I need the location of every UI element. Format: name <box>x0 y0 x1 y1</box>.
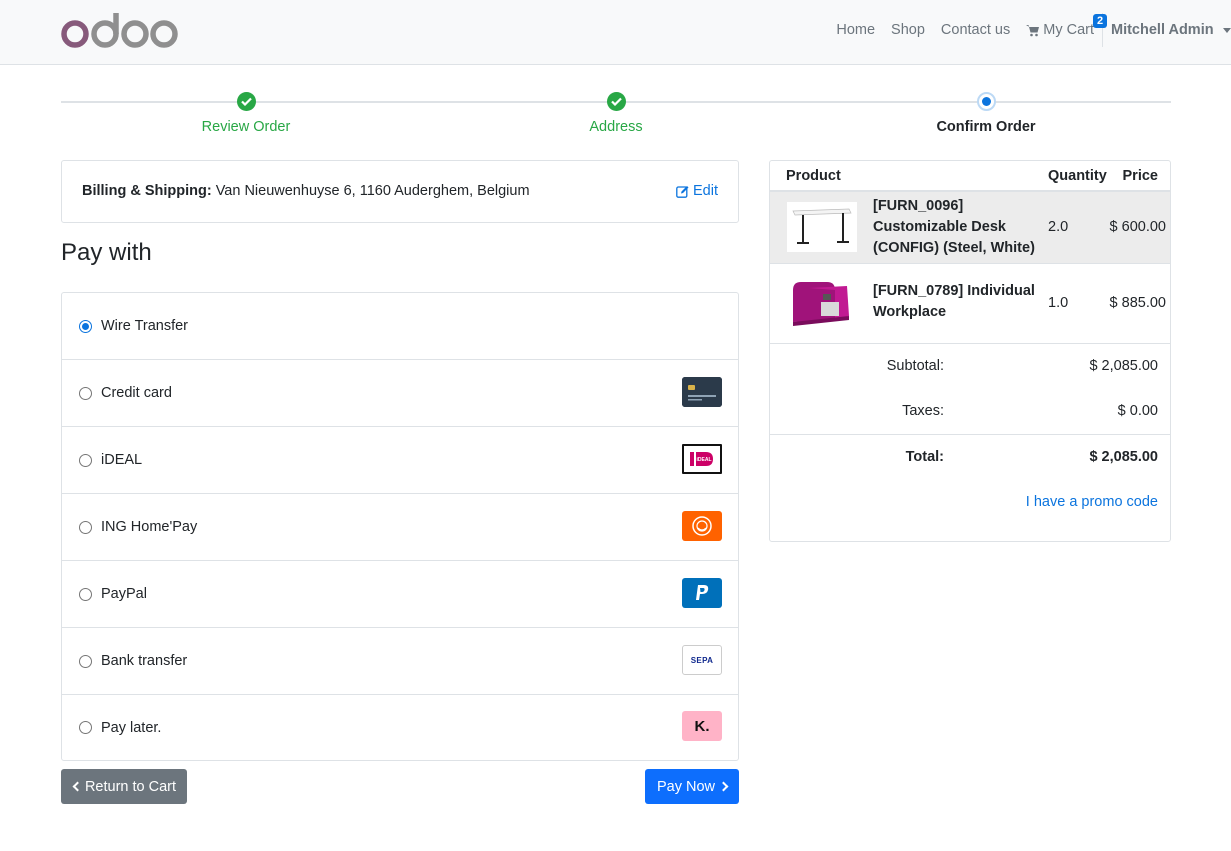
step-confirm-order: Confirm Order <box>886 92 1086 135</box>
method-label: Bank transfer <box>101 653 188 669</box>
order-summary: Product Quantity Price [FURN_0096] Custo… <box>769 160 1171 542</box>
top-navbar: Home Shop Contact us My Cart 2 Mitchell … <box>0 0 1231 65</box>
chevron-right-icon <box>718 781 729 792</box>
nav-home[interactable]: Home <box>828 22 883 38</box>
payment-method-ing-homepay[interactable]: ING Home'Pay <box>62 494 738 561</box>
paypal-logo-icon <box>682 578 722 608</box>
summary-header: Product Quantity Price <box>770 161 1170 192</box>
subtotal-label: Subtotal: <box>886 358 944 374</box>
pay-now-button[interactable]: Pay Now <box>645 769 739 804</box>
order-line: [FURN_0096] Customizable Desk (CONFIG) (… <box>770 192 1170 264</box>
billing-address-value: Van Nieuwenhuyse 6, 1160 Auderghem, Belg… <box>215 183 530 199</box>
check-circle-icon <box>606 92 626 111</box>
odoo-logo[interactable] <box>61 11 179 51</box>
payment-method-pay-later[interactable]: Pay later. K. <box>62 694 738 761</box>
col-quantity: Quantity <box>1048 168 1107 184</box>
nav-shop[interactable]: Shop <box>883 22 933 38</box>
product-quantity: 2.0 <box>1048 219 1069 235</box>
workplace-product-image[interactable] <box>787 279 857 329</box>
ideal-text: iDEAL <box>697 457 712 463</box>
sepa-logo-icon: SEPA <box>682 645 722 675</box>
payment-methods-list: Wire Transfer Credit card iDEAL iDEAL IN… <box>61 292 739 761</box>
promo-code-link[interactable]: I have a promo code <box>1026 494 1158 510</box>
payment-method-paypal[interactable]: PayPal <box>62 561 738 628</box>
step-label: Address <box>589 119 643 135</box>
caret-down-icon <box>1222 27 1231 33</box>
sepa-text: SEPA <box>690 655 714 665</box>
method-label: iDEAL <box>101 452 143 468</box>
col-price: Price <box>1122 168 1158 184</box>
ing-lion-logo-icon <box>682 511 722 541</box>
billing-shipping-card: Billing & Shipping: Van Nieuwenhuyse 6, … <box>61 160 739 223</box>
radio-button[interactable] <box>79 319 92 333</box>
credit-card-logo-icon <box>682 377 722 407</box>
checkout-progress: Review Order Address Confirm Order <box>61 88 1171 144</box>
ideal-logo-icon: iDEAL <box>682 444 722 474</box>
product-name[interactable]: [FURN_0096] Customizable Desk (CONFIG) (… <box>873 196 1035 259</box>
subtotal-value: $ 2,085.00 <box>1089 358 1158 374</box>
chevron-left-icon <box>72 781 83 792</box>
cart-count-badge: 2 <box>1093 14 1107 28</box>
product-price: $ 600.00 <box>1109 219 1166 235</box>
edit-icon <box>676 185 689 198</box>
user-name: Mitchell Admin <box>1111 22 1214 38</box>
shopping-cart-icon <box>1026 24 1040 36</box>
method-label: Wire Transfer <box>101 318 189 334</box>
user-menu[interactable]: Mitchell Admin <box>1103 22 1231 38</box>
klarna-text: K. <box>694 717 710 735</box>
current-step-icon <box>976 92 996 111</box>
main-nav: Home Shop Contact us My Cart 2 Mitchell … <box>828 0 1231 60</box>
product-name[interactable]: [FURN_0789] Individual Workplace <box>873 281 1035 323</box>
method-label: ING Home'Pay <box>101 519 198 535</box>
pay-with-title: Pay with <box>61 239 152 266</box>
payment-method-wire-transfer[interactable]: Wire Transfer <box>62 293 738 360</box>
radio-button[interactable] <box>79 721 92 734</box>
payment-method-credit-card[interactable]: Credit card <box>62 360 738 427</box>
edit-address-link[interactable]: Edit <box>676 183 718 199</box>
totals-section: Subtotal: $ 2,085.00 Taxes: $ 0.00 <box>770 344 1170 435</box>
nav-my-cart[interactable]: My Cart 2 <box>1018 14 1116 38</box>
billing-address: Billing & Shipping: Van Nieuwenhuyse 6, … <box>82 183 530 199</box>
step-review-order[interactable]: Review Order <box>146 92 346 135</box>
method-label: Credit card <box>101 385 172 401</box>
pay-label: Pay Now <box>656 778 716 795</box>
check-circle-icon <box>236 92 256 111</box>
edit-label: Edit <box>693 183 718 199</box>
step-label: Review Order <box>201 119 291 135</box>
product-quantity: 1.0 <box>1048 295 1069 311</box>
total-label: Total: <box>905 449 944 465</box>
radio-button[interactable] <box>79 386 92 400</box>
radio-button[interactable] <box>79 453 92 467</box>
radio-button[interactable] <box>79 520 92 534</box>
payment-method-bank-transfer[interactable]: Bank transfer SEPA <box>62 628 738 695</box>
method-label: PayPal <box>101 586 147 602</box>
col-product: Product <box>786 168 841 184</box>
return-to-cart-button[interactable]: Return to Cart <box>61 769 187 804</box>
taxes-label: Taxes: <box>902 403 944 419</box>
product-price: $ 885.00 <box>1109 295 1166 311</box>
method-label: Pay later. <box>101 719 162 736</box>
klarna-logo-icon: K. <box>682 711 722 741</box>
step-address[interactable]: Address <box>516 92 716 135</box>
return-label: Return to Cart <box>84 778 177 795</box>
taxes-value: $ 0.00 <box>1117 403 1158 419</box>
radio-button[interactable] <box>79 587 92 601</box>
order-line: [FURN_0789] Individual Workplace 1.0 $ 8… <box>770 264 1170 344</box>
payment-method-ideal[interactable]: iDEAL iDEAL <box>62 427 738 494</box>
nav-contact-us[interactable]: Contact us <box>933 22 1018 38</box>
total-value: $ 2,085.00 <box>1089 449 1158 465</box>
cart-label: My Cart <box>1043 22 1094 38</box>
radio-button[interactable] <box>79 654 92 668</box>
billing-label: Billing & Shipping: <box>82 183 212 199</box>
desk-product-image[interactable] <box>787 202 857 252</box>
step-label: Confirm Order <box>936 119 1036 135</box>
